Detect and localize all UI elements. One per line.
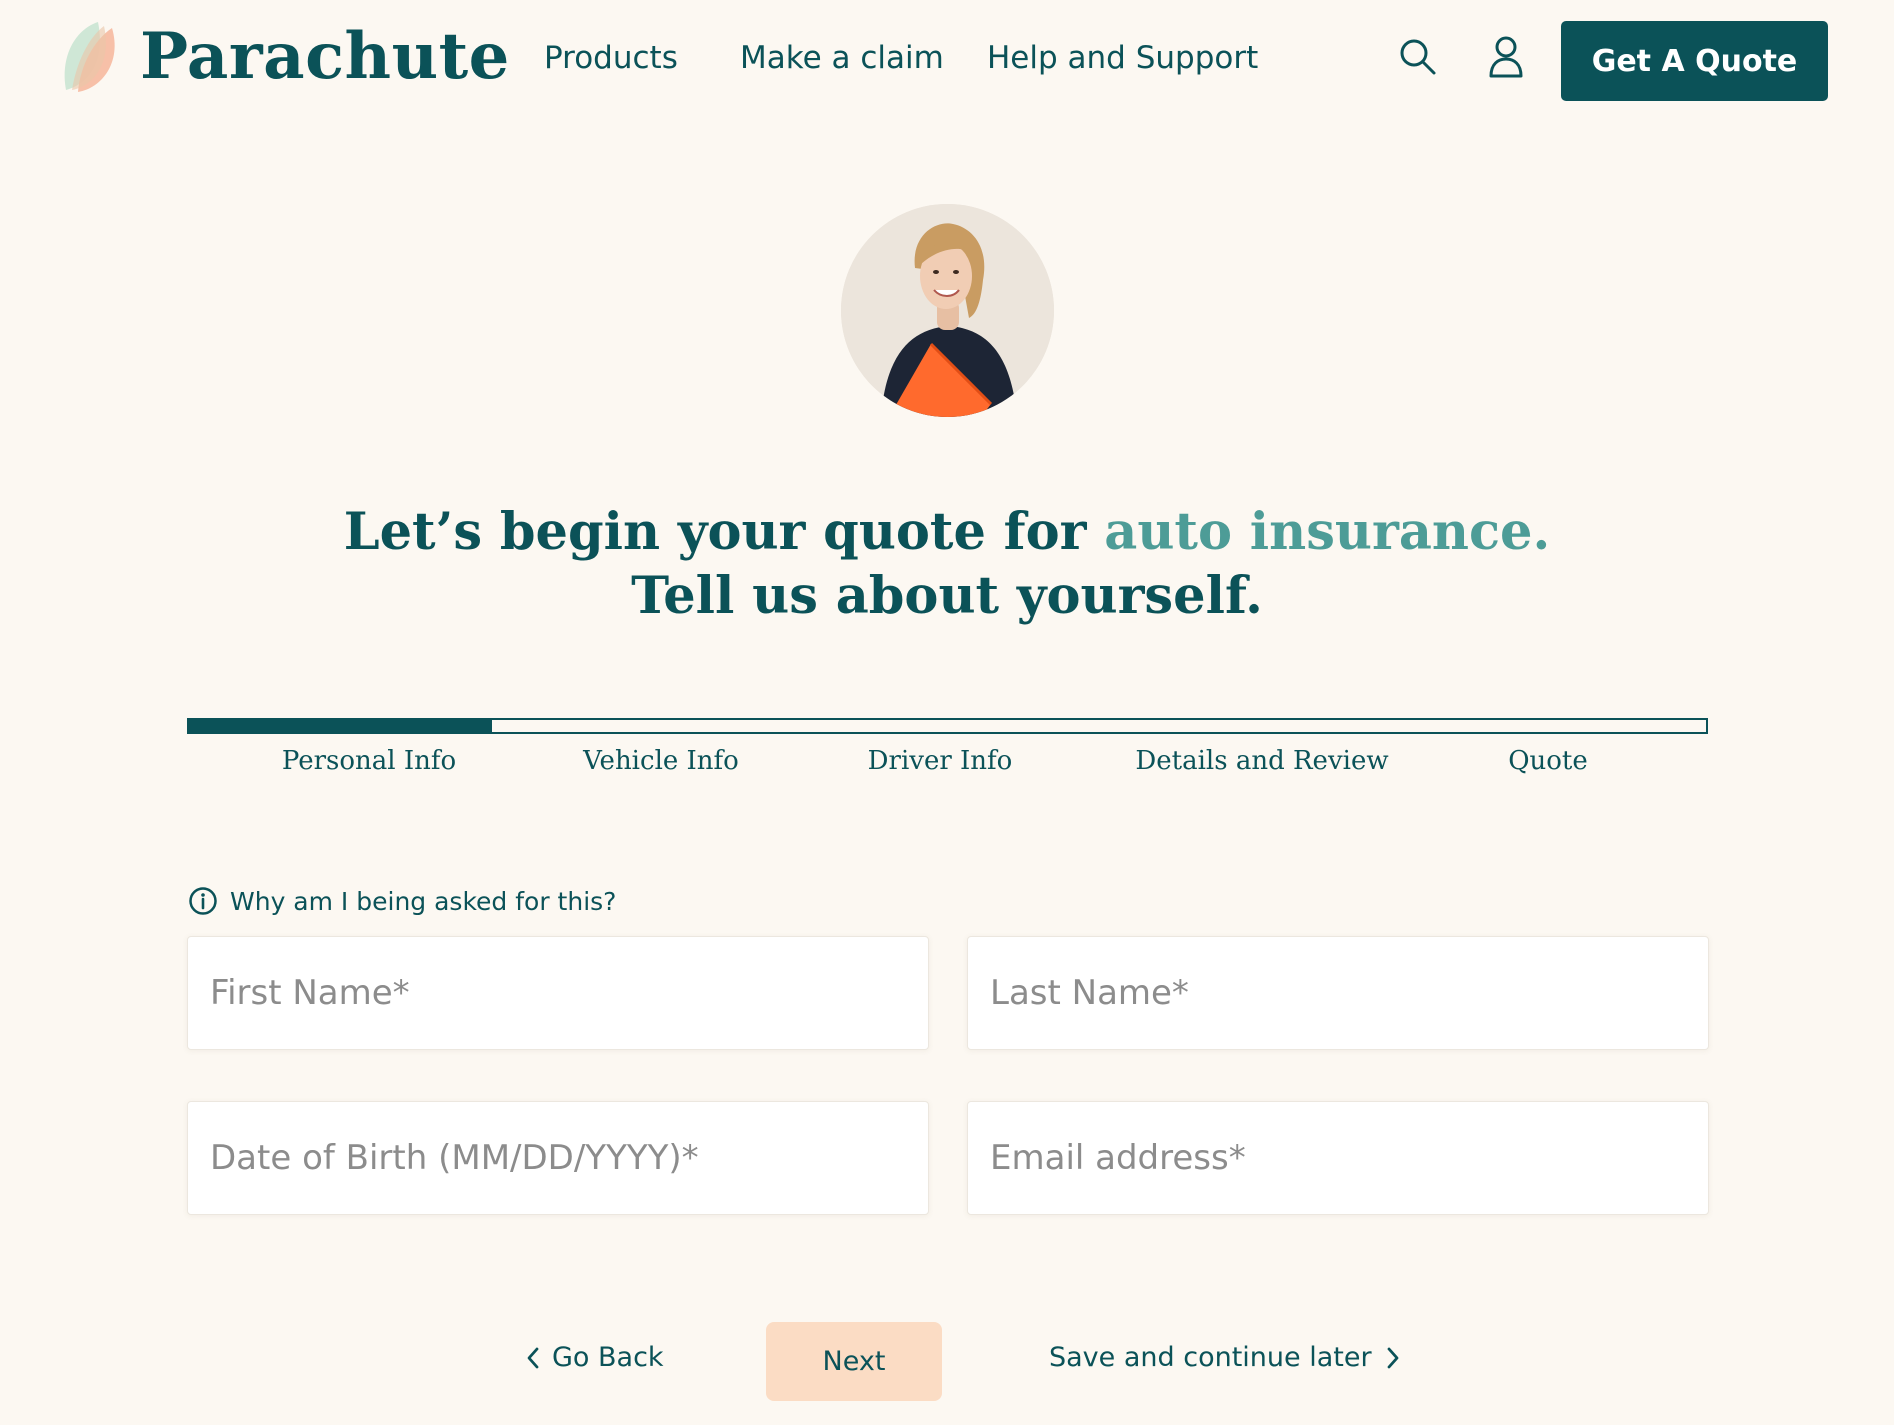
user-icon[interactable] [1488,36,1524,78]
brand-name: Parachute [140,18,510,94]
parachute-leaf-logo-icon [64,22,115,92]
step-quote: Quote [1508,746,1588,776]
step-details-and-review: Details and Review [1135,746,1389,776]
save-and-continue-later-link[interactable]: Save and continue later [1049,1342,1400,1373]
go-back-button[interactable]: Go Back [526,1342,664,1373]
page-headline: Let’s begin your quote for auto insuranc… [0,500,1894,628]
nav-make-a-claim[interactable]: Make a claim [740,40,944,76]
info-icon [189,887,217,915]
headline-accent: auto insurance. [1104,502,1551,562]
save-and-continue-label: Save and continue later [1049,1342,1372,1373]
headline-line-1: Let’s begin your quote for auto insuranc… [0,500,1894,564]
nav-products[interactable]: Products [544,40,678,76]
why-asked-label: Why am I being asked for this? [230,886,617,916]
agent-avatar [841,204,1054,417]
date-of-birth-field[interactable] [187,1101,929,1215]
first-name-field[interactable] [187,936,929,1050]
chevron-left-icon [527,1347,539,1368]
nav-help-and-support[interactable]: Help and Support [987,40,1258,76]
get-a-quote-button[interactable]: Get A Quote [1561,21,1828,101]
headline-prefix: Let’s begin your quote for [343,502,1105,562]
quote-page: Parachute Products Make a claim Help and… [0,0,1894,1425]
search-icon[interactable] [1398,37,1438,77]
step-driver-info: Driver Info [867,746,1013,776]
why-asked-link[interactable]: Why am I being asked for this? [188,886,616,916]
step-vehicle-info: Vehicle Info [583,746,739,776]
site-header: Parachute Products Make a claim Help and… [0,0,1894,122]
step-personal-info: Personal Info [281,746,457,776]
agent-portrait-icon [841,204,1054,417]
chevron-right-icon [1387,1347,1398,1368]
go-back-label: Go Back [552,1342,664,1373]
headline-line-2: Tell us about yourself. [631,566,1263,626]
next-button[interactable]: Next [766,1322,942,1401]
email-field[interactable] [967,1101,1709,1215]
progress-bar [187,718,1708,734]
progress-bar-fill [189,720,493,732]
last-name-field[interactable] [967,936,1709,1050]
logo[interactable]: Parachute [54,18,510,94]
